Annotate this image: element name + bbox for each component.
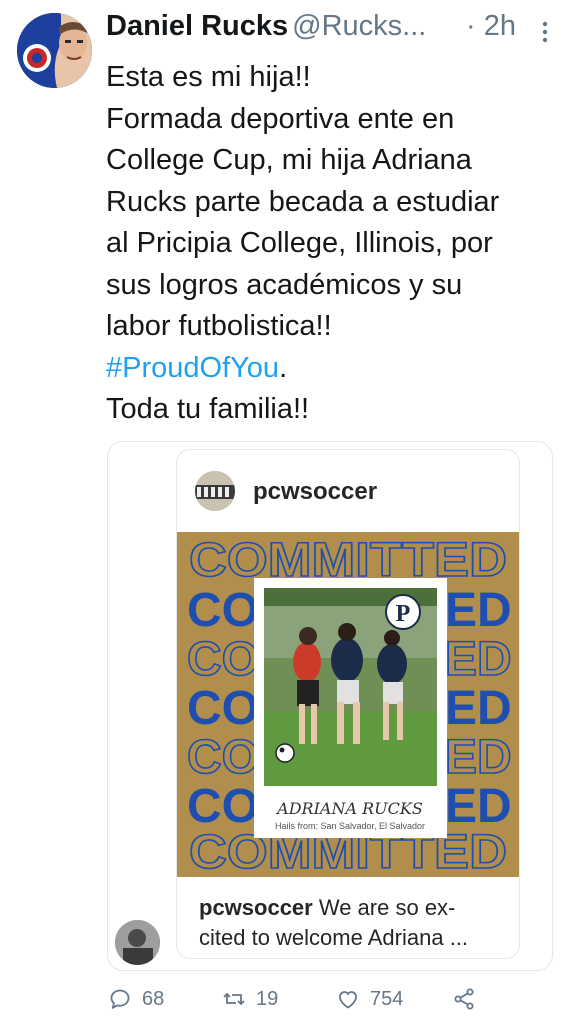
reply-count: 68 (142, 987, 165, 1010)
author-avatar[interactable] (17, 13, 92, 88)
caption-username[interactable]: pcwsoccer (199, 895, 313, 920)
poster-left-5: CO (187, 780, 259, 833)
poster-logo-letter: P (396, 601, 411, 627)
poster-left-4: CO (187, 731, 259, 784)
hashtag-line: #ProudOfYou. (106, 348, 561, 390)
author-handle[interactable]: @Rucks... (292, 10, 426, 42)
poster-right-1: ED (445, 584, 512, 637)
poster-right-5: ED (445, 780, 512, 833)
reply-action[interactable]: 68 (108, 985, 164, 1013)
poster-left-2: CO (187, 633, 259, 686)
more-icon[interactable] (535, 18, 555, 48)
tweet-text: Esta es mi hija!! Formada deportiva ente… (106, 57, 561, 431)
like-count: 754 (370, 987, 404, 1010)
poster-left-1: CO (187, 584, 259, 637)
ig-username[interactable]: pcwsoccer (253, 478, 377, 506)
post-image[interactable]: COMMITTED COMMITTED CO CO CO CO CO ED ED… (177, 532, 519, 877)
embedded-media-card[interactable]: pcwsoccer COMMITTED COMMITTED CO CO CO C… (107, 441, 553, 971)
poster-right-4: ED (445, 731, 512, 784)
hashtag-link[interactable]: #ProudOfYou (106, 352, 279, 384)
like-action[interactable]: 754 (336, 985, 403, 1013)
ig-avatar[interactable] (195, 471, 235, 511)
share-action[interactable] (452, 985, 486, 1013)
player-photo (264, 588, 437, 786)
tweet-line: Formada deportiva ente en (106, 102, 455, 135)
poster-hails-from: Hails from: San Salvador, El Salvador (275, 821, 425, 831)
post-caption: pcwsoccer We are so ex- cited to welcome… (199, 893, 499, 953)
poster-right-2: ED (445, 633, 512, 686)
poster-player-name: ADRIANA RUCKS (275, 799, 423, 818)
tweet-line: al Pricipia College, Illinois, por (106, 227, 493, 259)
caption-text-1: We are so ex- (312, 895, 456, 920)
retweet-action[interactable]: 19 (222, 985, 278, 1013)
instagram-embed[interactable]: pcwsoccer COMMITTED COMMITTED CO CO CO C… (176, 449, 520, 959)
share-icon[interactable] (452, 987, 476, 1011)
tweet-time[interactable]: · 2h (466, 10, 516, 43)
tweet-line: College Cup, mi hija Adriana (106, 144, 472, 176)
tweet-line: Esta es mi hija!! (106, 61, 311, 93)
retweet-icon[interactable] (222, 987, 246, 1011)
retweet-count: 19 (256, 987, 279, 1010)
tweet-line: sus logros académicos y su (106, 268, 463, 301)
tweet-header: Daniel Rucks @Rucks... · 2h (106, 10, 556, 54)
like-icon[interactable] (336, 987, 360, 1011)
reply-icon[interactable] (108, 987, 132, 1011)
author-name[interactable]: Daniel Rucks (106, 10, 288, 42)
hashtag-suffix: . (279, 351, 288, 384)
tweet-line: labor futbolistica!! (106, 310, 332, 342)
caption-text-2: cited to welcome Adriana ... (199, 925, 469, 950)
tweet-line: Rucks parte becada a estudiar (106, 185, 500, 218)
tweet-closing: Toda tu familia!! (106, 393, 310, 425)
commenter-avatar[interactable] (115, 920, 160, 965)
poster-right-3: ED (445, 682, 512, 735)
poster-left-3: CO (187, 682, 259, 735)
